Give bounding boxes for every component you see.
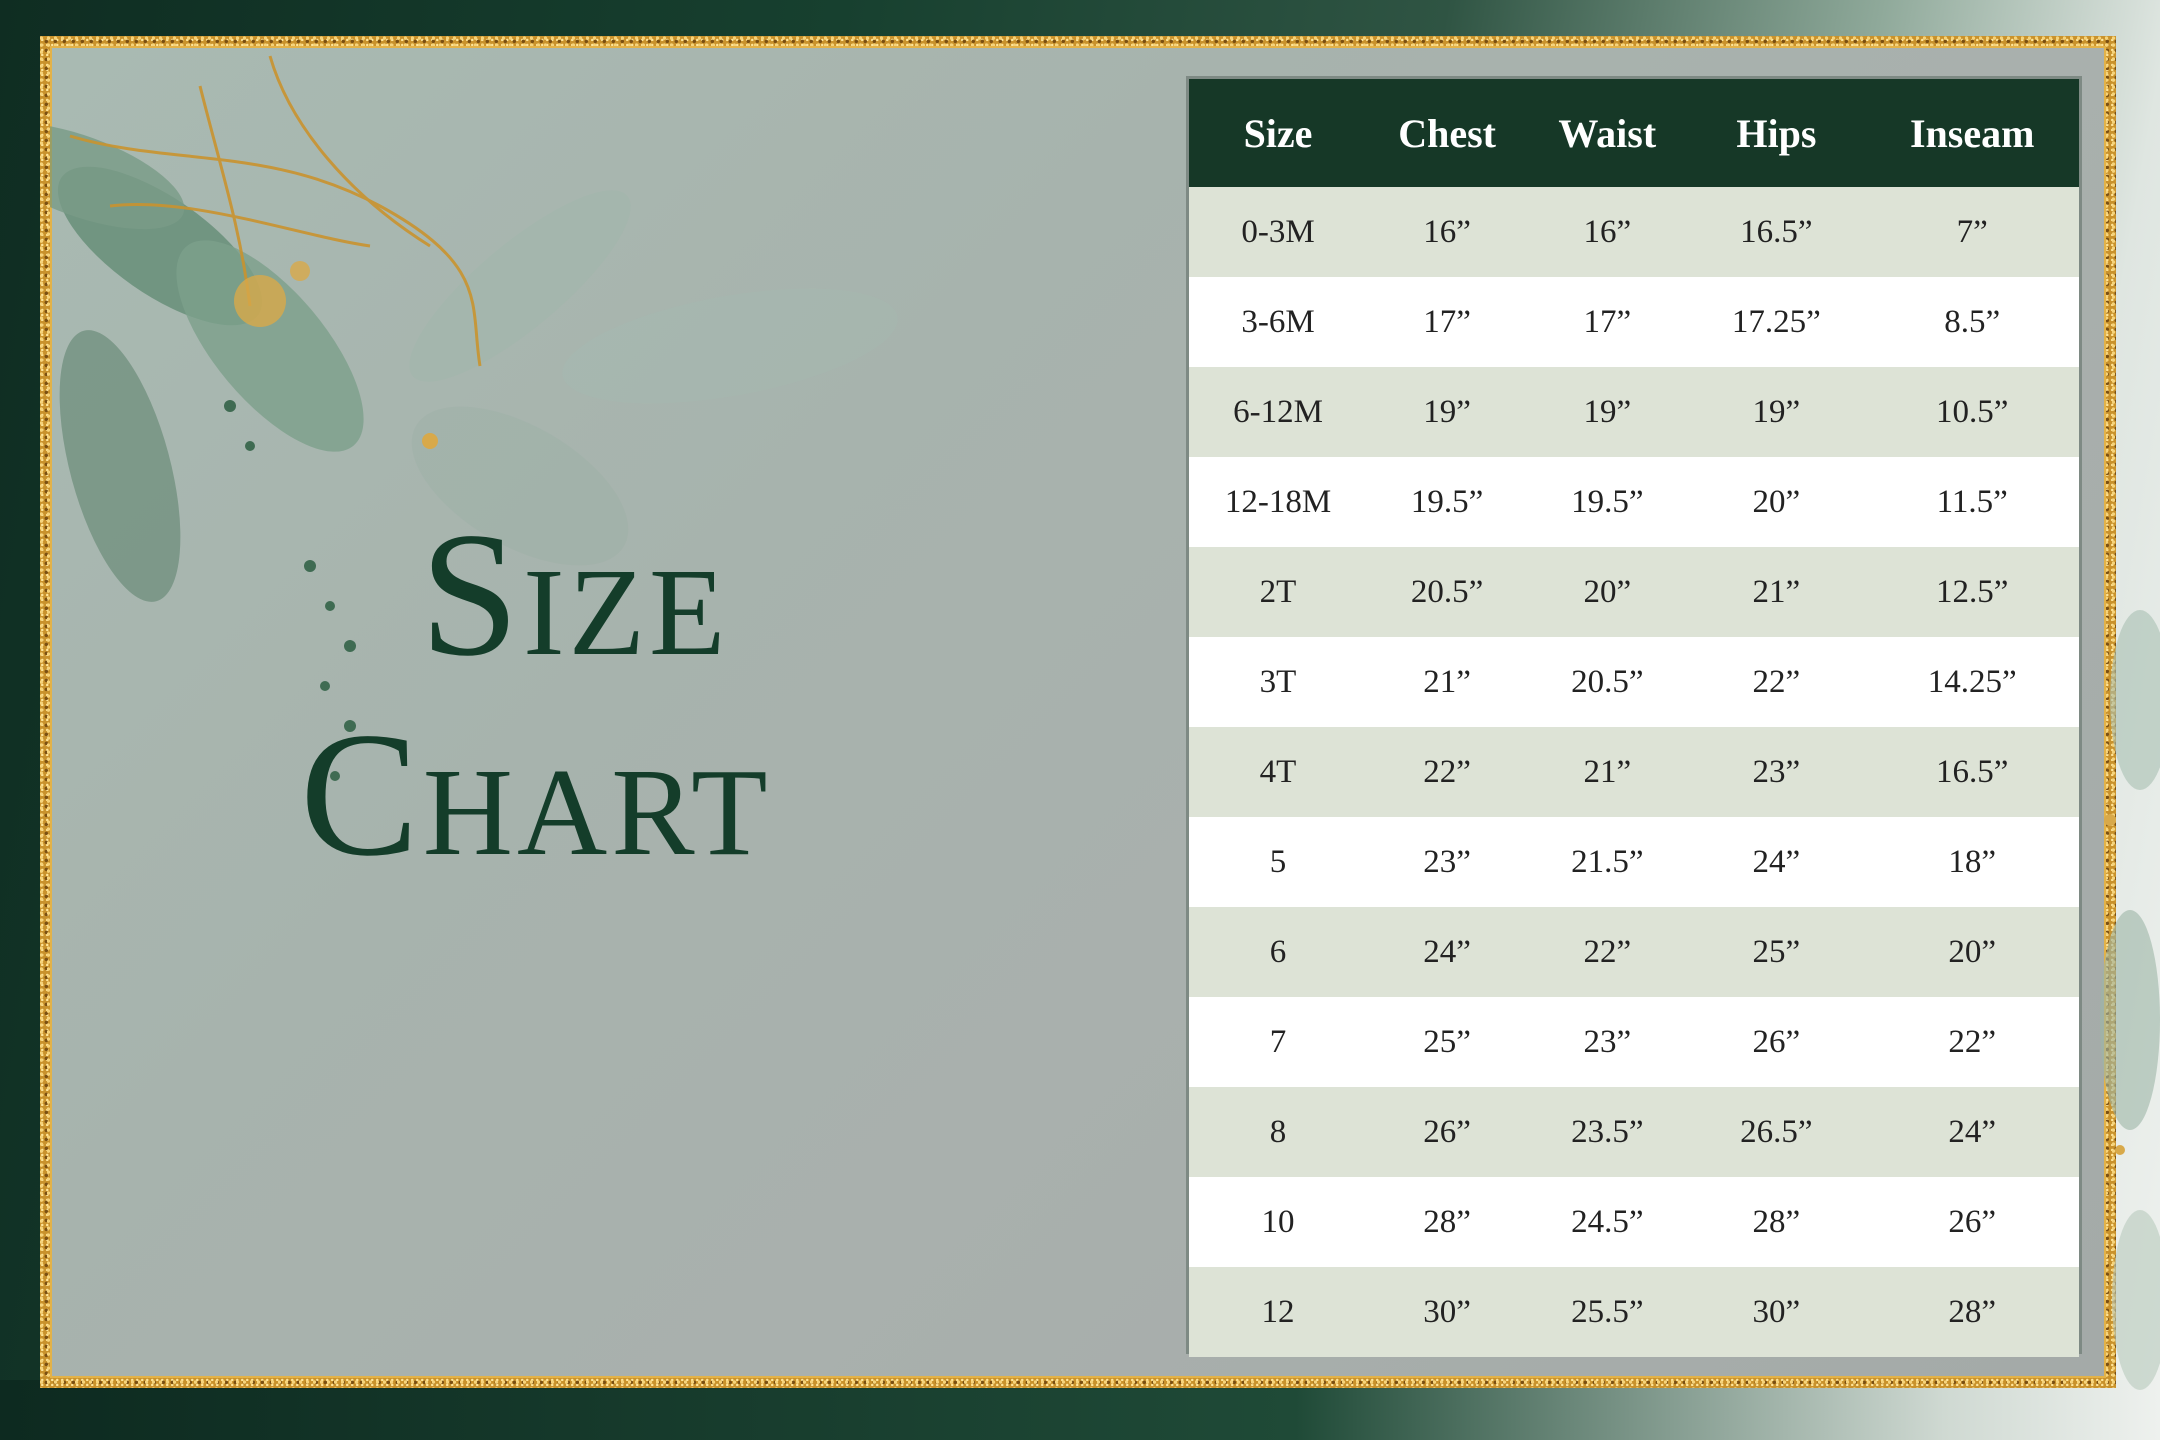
table-cell: 23” — [1752, 753, 1801, 790]
table-cell: 20” — [1948, 933, 1997, 970]
table-row: 8 26” 23.5” 26.5” 24” — [1189, 1087, 2079, 1177]
table-cell: 24” — [1752, 843, 1801, 880]
table-row: 12-18M 19.5” 19.5” 20” 11.5” — [1189, 457, 2079, 547]
table-cell: 16” — [1423, 213, 1471, 250]
table-cell: 17.25” — [1731, 303, 1821, 340]
table-cell: 26” — [1948, 1203, 1997, 1240]
table-cell: 20.5” — [1410, 573, 1484, 610]
table-cell: 10.5” — [1935, 393, 2009, 430]
table-cell: 3T — [1259, 663, 1297, 700]
table-row: 12 30” 25.5” 30” 28” — [1189, 1267, 2079, 1357]
table-cell: 2T — [1259, 573, 1297, 610]
header-size: Size — [1243, 110, 1313, 156]
table-cell: 18” — [1948, 843, 1997, 880]
table-cell: 6 — [1269, 933, 1287, 970]
table-cell: 22” — [1423, 753, 1471, 790]
title-line-1: Size — [420, 495, 730, 693]
table-cell: 28” — [1423, 1203, 1471, 1240]
table-cell: 20” — [1583, 573, 1632, 610]
table-cell: 16.5” — [1740, 213, 1813, 250]
table-cell: 21” — [1583, 753, 1632, 790]
header-waist: Waist — [1558, 110, 1657, 156]
table-cell: 24” — [1948, 1113, 1997, 1150]
table-row: 4T 22” 21” 23” 16.5” — [1189, 727, 2079, 817]
table-cell: 22” — [1583, 933, 1632, 970]
table-row: 7 25” 23” 26” 22” — [1189, 997, 2079, 1087]
table-cell: 8 — [1269, 1113, 1287, 1150]
table-cell: 3-6M — [1241, 303, 1315, 340]
table-cell: 11.5” — [1936, 483, 2008, 520]
table-row: 3T 21” 20.5” 22” 14.25” — [1189, 637, 2079, 727]
table-cell: 26.5” — [1740, 1113, 1813, 1150]
table-cell: 22” — [1948, 1023, 1997, 1060]
table-cell: 21.5” — [1571, 843, 1644, 880]
table-cell: 30” — [1752, 1293, 1801, 1330]
table-cell: 26” — [1423, 1113, 1471, 1150]
table-cell: 10 — [1261, 1203, 1295, 1240]
header-chest: Chest — [1398, 110, 1496, 156]
table-cell: 21” — [1752, 573, 1801, 610]
table-row: 6-12M 19” 19” 19” 10.5” — [1189, 367, 2079, 457]
table-cell: 25” — [1752, 933, 1801, 970]
table-cell: 12-18M — [1224, 483, 1332, 520]
table-cell: 21” — [1423, 663, 1471, 700]
table-cell: 28” — [1948, 1293, 1997, 1330]
header-inseam: Inseam — [1909, 110, 2035, 156]
table-cell: 19” — [1423, 393, 1471, 430]
table-row: 5 23” 21.5” 24” 18” — [1189, 817, 2079, 907]
table-cell: 26” — [1752, 1023, 1801, 1060]
table-cell: 25” — [1423, 1023, 1471, 1060]
table-cell: 19.5” — [1410, 483, 1484, 520]
table-cell: 20.5” — [1571, 663, 1644, 700]
size-chart-table: Size Chest Waist Hips Inseam 0-3M 16” 16” 1… — [1186, 76, 2082, 1357]
table-row: 10 28” 24.5” 28” 26” — [1189, 1177, 2079, 1267]
table-cell: 17” — [1583, 303, 1632, 340]
table-cell: 19” — [1583, 393, 1632, 430]
table-cell: 19” — [1752, 393, 1801, 430]
table-cell: 24” — [1423, 933, 1471, 970]
table-cell: 17” — [1423, 303, 1471, 340]
table-row: 3-6M 17” 17” 17.25” 8.5” — [1189, 277, 2079, 367]
table-cell: 24.5” — [1571, 1203, 1644, 1240]
table-cell: 7 — [1269, 1023, 1287, 1060]
table-row: 2T 20.5” 20” 21” 12.5” — [1189, 547, 2079, 637]
table-cell: 7” — [1956, 213, 1988, 250]
table-cell: 25.5” — [1571, 1293, 1644, 1330]
table-row: 6 24” 22” 25” 20” — [1189, 907, 2079, 997]
table-cell: 4T — [1259, 753, 1297, 790]
table-cell: 22” — [1752, 663, 1801, 700]
table-cell: 12 — [1261, 1293, 1295, 1330]
table-cell: 16” — [1583, 213, 1632, 250]
table-cell: 28” — [1752, 1203, 1801, 1240]
background-band — [0, 1380, 2160, 1440]
table-cell: 12.5” — [1935, 573, 2009, 610]
header-hips: Hips — [1736, 110, 1817, 156]
table-cell: 0-3M — [1241, 213, 1315, 250]
table-cell: 5 — [1269, 843, 1287, 880]
table-cell: 14.25” — [1927, 663, 2017, 700]
table-cell: 8.5” — [1944, 303, 2001, 340]
table-cell: 20” — [1752, 483, 1801, 520]
table-cell: 30” — [1423, 1293, 1471, 1330]
table-cell: 16.5” — [1935, 753, 2009, 790]
table-cell: 23” — [1583, 1023, 1632, 1060]
table-row: 0-3M 16” 16” 16.5” 7” — [1189, 187, 2079, 277]
table-header-row: Size Chest Waist Hips Inseam — [1189, 79, 2079, 187]
table-cell: 6-12M — [1233, 393, 1323, 430]
table-cell: 23.5” — [1571, 1113, 1644, 1150]
title-line-2: Chart — [300, 695, 772, 893]
table-cell: 23” — [1423, 843, 1471, 880]
table-cell: 19.5” — [1571, 483, 1644, 520]
